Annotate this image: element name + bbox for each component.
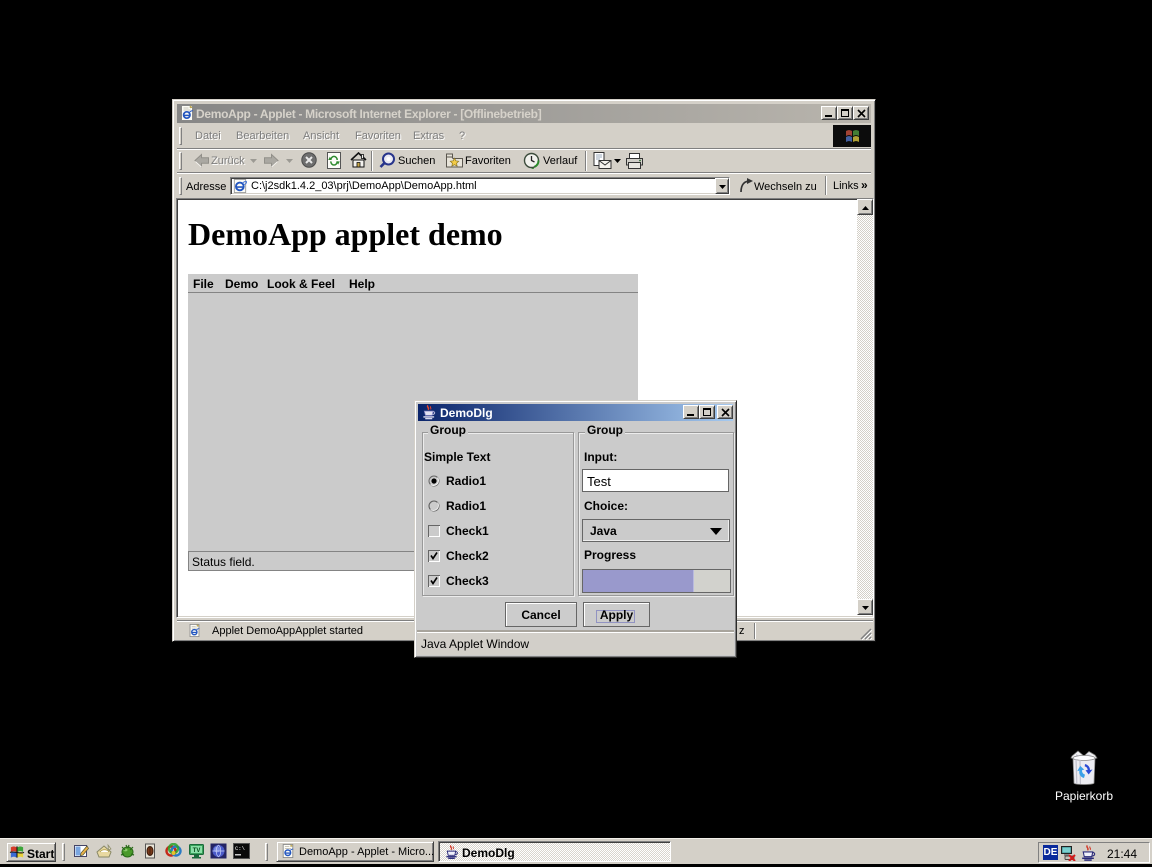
svg-text:TV: TV xyxy=(193,848,201,854)
svg-text:C:\: C:\ xyxy=(235,845,245,852)
